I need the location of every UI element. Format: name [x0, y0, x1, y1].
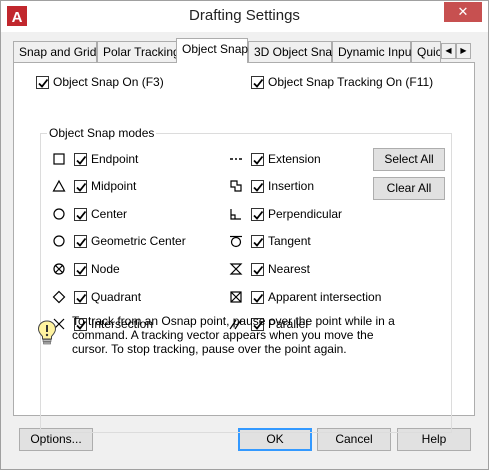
center-label: Center	[91, 207, 128, 221]
extension-label: Extension	[268, 152, 321, 166]
tab-polar-tracking[interactable]: Polar Tracking	[97, 41, 180, 62]
object-snap-modes-title: Object Snap modes	[47, 126, 157, 140]
perpendicular-checkbox[interactable]: Perpendicular	[251, 207, 342, 221]
checkbox-box	[74, 179, 87, 193]
tab-object-snap[interactable]: Object Snap	[176, 38, 248, 63]
lightbulb-icon	[37, 320, 57, 345]
checkbox-box	[251, 152, 264, 166]
quadrant-checkbox[interactable]: Quadrant	[74, 290, 141, 304]
extension-icon	[230, 158, 242, 160]
perpendicular-label: Perpendicular	[268, 207, 343, 221]
close-button[interactable]: ✕	[444, 2, 482, 22]
perpendicular-icon	[230, 209, 241, 220]
dialog-title: Drafting Settings	[189, 7, 300, 24]
insertion-label: Insertion	[268, 179, 315, 193]
geometric-center-checkbox[interactable]: Geometric Center	[74, 234, 186, 248]
drafting-settings-dialog: A Drafting Settings ✕ Snap and Grid Pola…	[0, 0, 489, 470]
tab-dynamic-input[interactable]: Dynamic Input	[332, 41, 415, 62]
nearest-label: Nearest	[268, 262, 311, 276]
checkbox-box	[74, 234, 87, 248]
checkbox-box	[74, 290, 87, 304]
extension-checkbox[interactable]: Extension	[251, 152, 321, 166]
midpoint-label: Midpoint	[91, 179, 137, 193]
endpoint-checkbox[interactable]: Endpoint	[74, 152, 138, 166]
diamond-icon	[52, 290, 66, 304]
checkbox-box	[251, 234, 264, 248]
node-label: Node	[91, 262, 120, 276]
geometric-center-icon	[53, 235, 65, 247]
checkbox-box	[74, 262, 87, 276]
object-snap-on-checkbox[interactable]: Object Snap On (F3)	[36, 75, 164, 89]
node-icon	[53, 263, 65, 275]
tangent-checkbox[interactable]: Tangent	[251, 234, 311, 248]
object-snap-panel: Object Snap On (F3) Object Snap Tracking…	[13, 62, 475, 433]
checkbox-box	[74, 152, 87, 166]
tangent-label: Tangent	[268, 234, 311, 248]
checkbox-box	[251, 207, 264, 221]
dialog-client-area: Snap and Grid Polar Tracking Object Snap…	[8, 32, 481, 463]
title-bar[interactable]: A Drafting Settings ✕	[1, 1, 488, 32]
checkbox-box	[251, 179, 264, 193]
apparent-intersection-label: Apparent intersection	[268, 290, 382, 304]
midpoint-checkbox[interactable]: Midpoint	[74, 179, 136, 193]
tab-scroll-right-button[interactable]: ▶	[456, 43, 471, 59]
insertion-icon	[230, 180, 242, 192]
tab-quick-properties[interactable]: Quic	[411, 41, 441, 62]
checkbox-box	[251, 262, 264, 276]
apparent-intersection-icon	[230, 291, 242, 303]
tab-snap-and-grid[interactable]: Snap and Grid	[13, 41, 97, 62]
insertion-checkbox[interactable]: Insertion	[251, 179, 314, 193]
object-snap-tracking-on-checkbox[interactable]: Object Snap Tracking On (F11)	[251, 75, 433, 89]
checkbox-box	[74, 207, 87, 221]
center-checkbox[interactable]: Center	[74, 207, 127, 221]
quadrant-label: Quadrant	[91, 290, 142, 304]
tracking-tip-text: To track from an Osnap point, pause over…	[72, 314, 395, 356]
tab-scroll-left-button[interactable]: ◀	[441, 43, 456, 59]
nearest-checkbox[interactable]: Nearest	[251, 262, 310, 276]
clear-all-button[interactable]: Clear All	[373, 177, 445, 200]
tab-3d-object-snap[interactable]: 3D Object Snap	[248, 41, 339, 62]
triangle-icon	[52, 179, 66, 192]
apparent-intersection-checkbox[interactable]: Apparent intersection	[251, 290, 381, 304]
circle-icon	[53, 208, 65, 220]
select-all-button[interactable]: Select All	[373, 148, 445, 171]
object-snap-on-label: Object Snap On (F3)	[53, 75, 164, 89]
checkbox-box	[251, 290, 264, 304]
geometric-center-label: Geometric Center	[91, 234, 186, 248]
node-checkbox[interactable]: Node	[74, 262, 120, 276]
endpoint-label: Endpoint	[91, 152, 139, 166]
checkbox-box	[36, 75, 49, 89]
object-snap-tracking-on-label: Object Snap Tracking On (F11)	[268, 75, 434, 89]
hourglass-icon	[229, 263, 243, 275]
tangent-icon	[230, 235, 242, 248]
square-icon	[53, 153, 65, 165]
checkbox-box	[251, 75, 264, 89]
